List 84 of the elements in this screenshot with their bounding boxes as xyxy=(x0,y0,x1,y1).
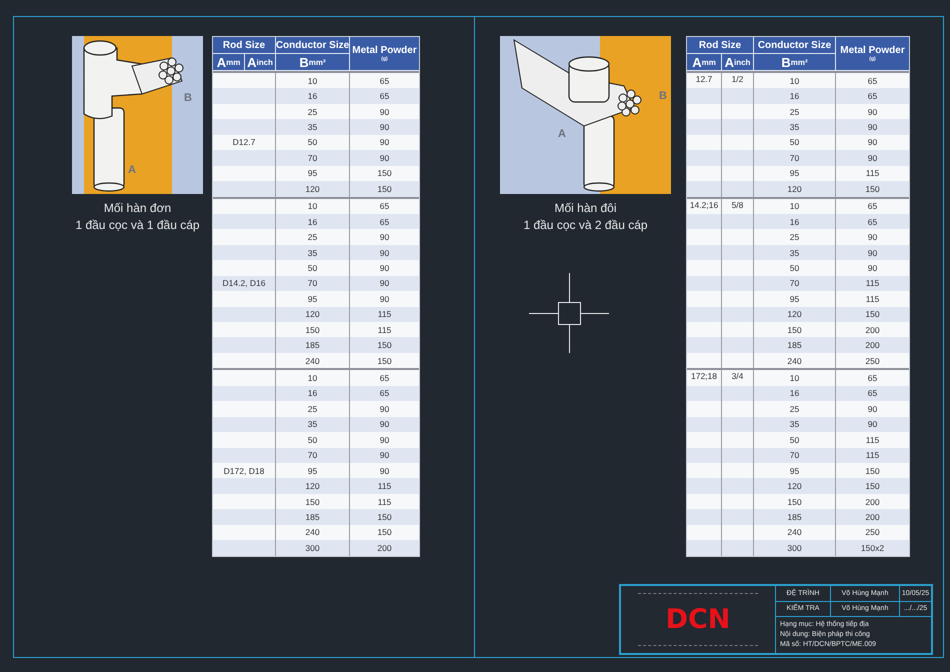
table-cell-text: 150 xyxy=(864,464,881,478)
table-cell-text: 200 xyxy=(864,510,881,524)
table-cell-text: 90 xyxy=(866,246,878,260)
table-cell-text: 90 xyxy=(866,106,878,119)
table-cell-text: 90 xyxy=(866,152,878,165)
column-header: Metal Powder xyxy=(352,45,417,56)
table-cell-text: 65 xyxy=(866,372,878,386)
table-cell: 120 xyxy=(276,181,350,196)
table-cell-text: 90 xyxy=(378,418,390,432)
table-cell-text: 65 xyxy=(378,372,390,386)
table-cell: 300 xyxy=(276,540,350,556)
table-cell-text: 115 xyxy=(376,496,392,509)
table-cell-text: 150 xyxy=(376,510,393,524)
table-cell-text: 65 xyxy=(378,200,390,214)
table-cell-text: 200 xyxy=(864,324,881,337)
table-cell-text: 90 xyxy=(378,292,390,306)
table-cell-text: 115 xyxy=(376,480,392,494)
table-cell-text: 90 xyxy=(378,136,390,150)
table-cell-text: 200 xyxy=(376,542,393,555)
table-cell-text: 115 xyxy=(864,277,880,290)
table-cell-text: 200 xyxy=(864,496,881,509)
table-cell: 240 xyxy=(276,352,350,368)
marker-label: B xyxy=(659,90,667,102)
table-cell-text: 90 xyxy=(378,246,390,260)
table-cell-text: 150 xyxy=(376,526,393,540)
table-cell-text: 150 xyxy=(864,308,881,322)
table-cell-text: 65 xyxy=(866,74,878,88)
caption-text: 1 đầu cọc và 1 đầu cáp xyxy=(75,217,200,234)
column-header: Rod Size xyxy=(687,37,754,54)
table-cell-text: 115 xyxy=(376,308,392,322)
table-cell-text: 250 xyxy=(864,526,881,540)
table-cell-text: 115 xyxy=(376,324,392,337)
column-header: Conductor Size xyxy=(276,37,350,54)
table-cell-text: 150x2 xyxy=(860,542,886,555)
table-cell-text: 90 xyxy=(378,262,390,275)
caption-text: Mối hàn đơn xyxy=(104,200,172,217)
table-cell-text: 65 xyxy=(866,216,878,229)
table-cell-text: 65 xyxy=(378,216,390,229)
table-cell-text: 115 xyxy=(864,449,880,462)
table-cell-text: 65 xyxy=(866,387,878,400)
table-cell-text: 90 xyxy=(866,402,878,416)
table-cell-text: 150 xyxy=(376,167,393,180)
table-cell-text: 90 xyxy=(378,121,390,134)
table-cell-text: 90 xyxy=(866,262,878,275)
table-cell-text: 150 xyxy=(864,182,881,196)
table-cell: 240 xyxy=(754,352,836,368)
marker-label: A xyxy=(128,164,136,176)
table-cell-text: 65 xyxy=(378,90,390,104)
table-cell-text: 200 xyxy=(864,339,881,352)
table-cell-text: 90 xyxy=(866,418,878,432)
table-cell-text: 65 xyxy=(378,387,390,400)
marker-label: A xyxy=(558,128,566,140)
table-cell-text: 90 xyxy=(378,277,390,290)
table-cell-text: 150 xyxy=(376,182,393,196)
table-cell-text: 90 xyxy=(378,152,390,165)
table-cell-text: 150 xyxy=(376,339,393,352)
table-cell-text: 65 xyxy=(378,74,390,88)
table-cell-text: 90 xyxy=(378,402,390,416)
table-cell-text: 90 xyxy=(866,231,878,244)
table-cell-text: 150 xyxy=(864,480,881,494)
table-cell-text: 90 xyxy=(378,434,390,447)
table-cell-text: 90 xyxy=(378,106,390,119)
table-cell-text: 250 xyxy=(864,354,881,368)
table-cell-text: 115 xyxy=(864,292,880,306)
column-header: Rod Size xyxy=(213,37,276,54)
company-logo: DCN xyxy=(638,593,758,646)
table-cell: 300 xyxy=(754,540,836,556)
table-cell-text: 65 xyxy=(866,200,878,214)
table-cell-text: 90 xyxy=(378,231,390,244)
table-cell-text: 115 xyxy=(864,167,880,180)
table-cell: 120 xyxy=(754,181,836,196)
table-cell-text: 150 xyxy=(376,354,393,368)
table-cell-text: 90 xyxy=(378,464,390,478)
column-header: Conductor Size xyxy=(754,37,836,54)
table-cell-text: 90 xyxy=(866,136,878,150)
table-cell-text: 65 xyxy=(866,90,878,104)
caption-text: 1 đầu cọc và 2 đầu cáp xyxy=(523,217,648,234)
crosshair-cursor-icon xyxy=(529,273,609,353)
table-cell-text: 115 xyxy=(864,434,880,447)
caption-text: Mối hàn đôi xyxy=(554,200,617,217)
marker-label: B xyxy=(184,92,192,104)
table-cell-text: 90 xyxy=(378,449,390,462)
column-header: Metal Powder xyxy=(840,45,905,56)
table-cell-text: 90 xyxy=(866,121,878,134)
